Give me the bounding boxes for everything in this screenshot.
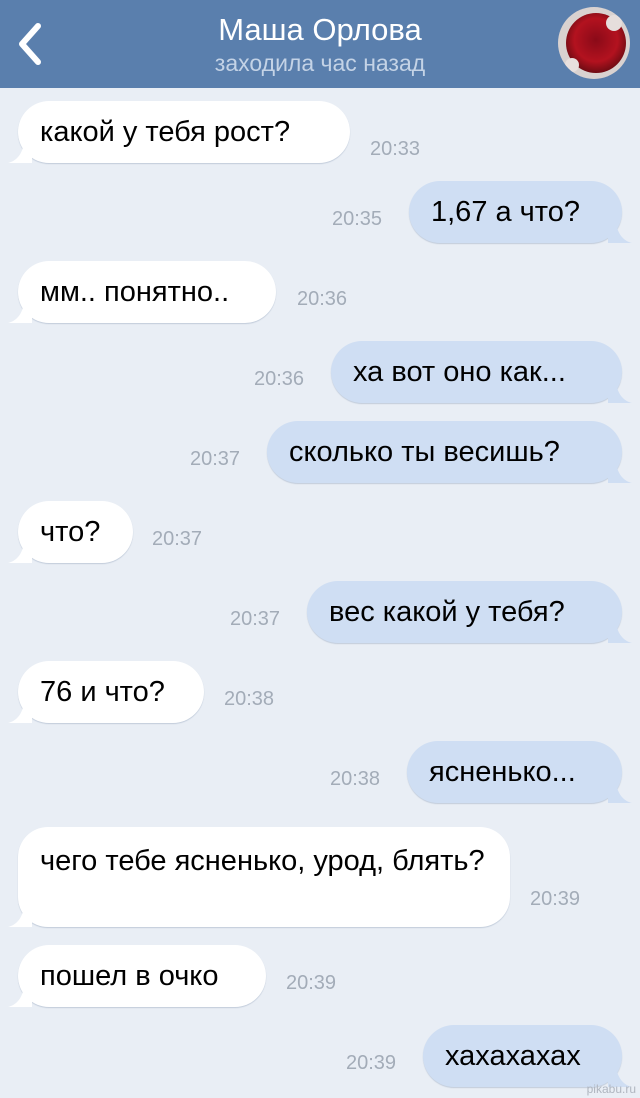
- message-text: хахахахах: [445, 1040, 581, 1072]
- message-bubble[interactable]: ясненько...: [407, 741, 632, 803]
- message-text: что?: [40, 516, 101, 548]
- message-bubble[interactable]: пошел в очко: [8, 945, 266, 1007]
- message-timestamp: 20:36: [254, 368, 305, 390]
- message-bubble[interactable]: ха вот оно как...: [331, 341, 632, 403]
- message-text: вес какой у тебя?: [329, 596, 565, 628]
- message-bubble[interactable]: чего тебе ясненько, урод, блять?: [8, 827, 510, 927]
- message-timestamp: 20:37: [190, 448, 241, 470]
- message-text: 76 и что?: [40, 676, 165, 708]
- message-list[interactable]: какой у тебя рост? 20:33 20:35 1,67 а чт…: [0, 88, 640, 1098]
- message-bubble[interactable]: мм.. понятно..: [8, 261, 276, 323]
- message-timestamp: 20:39: [346, 1052, 397, 1074]
- message-bubble[interactable]: вес какой у тебя?: [307, 581, 632, 643]
- chat-header: Маша Орлова заходила час назад: [0, 0, 640, 88]
- message-timestamp: 20:36: [297, 288, 348, 310]
- message-text: 1,67 а что?: [431, 196, 581, 228]
- message-bubble[interactable]: что?: [8, 501, 133, 563]
- contact-name[interactable]: Маша Орлова: [0, 12, 640, 48]
- message-text: сколько ты весишь?: [289, 436, 560, 468]
- message-timestamp: 20:33: [370, 138, 421, 160]
- message-text: какой у тебя рост?: [40, 116, 291, 148]
- message-bubble[interactable]: 76 и что?: [8, 661, 204, 723]
- message-bubble[interactable]: 1,67 а что?: [409, 181, 632, 243]
- message-text: ха вот оно как...: [353, 356, 566, 388]
- message-timestamp: 20:39: [530, 888, 581, 910]
- watermark: pikabu.ru: [586, 1082, 636, 1096]
- message-timestamp: 20:37: [152, 528, 203, 550]
- message-bubble[interactable]: хахахахах: [423, 1025, 632, 1087]
- message-text: чего тебе ясненько, урод, блять?: [40, 845, 485, 877]
- message-timestamp: 20:38: [224, 688, 275, 710]
- message-timestamp: 20:39: [286, 972, 337, 994]
- avatar[interactable]: [558, 7, 630, 79]
- last-seen-status: заходила час назад: [214, 50, 426, 76]
- message-bubble[interactable]: какой у тебя рост?: [8, 101, 350, 163]
- message-timestamp: 20:35: [332, 208, 383, 230]
- message-timestamp: 20:37: [230, 608, 281, 630]
- message-text: пошел в очко: [40, 960, 219, 992]
- message-text: ясненько...: [429, 756, 576, 788]
- message-timestamp: 20:38: [330, 768, 381, 790]
- message-bubble[interactable]: сколько ты весишь?: [267, 421, 632, 483]
- message-text: мм.. понятно..: [40, 276, 230, 308]
